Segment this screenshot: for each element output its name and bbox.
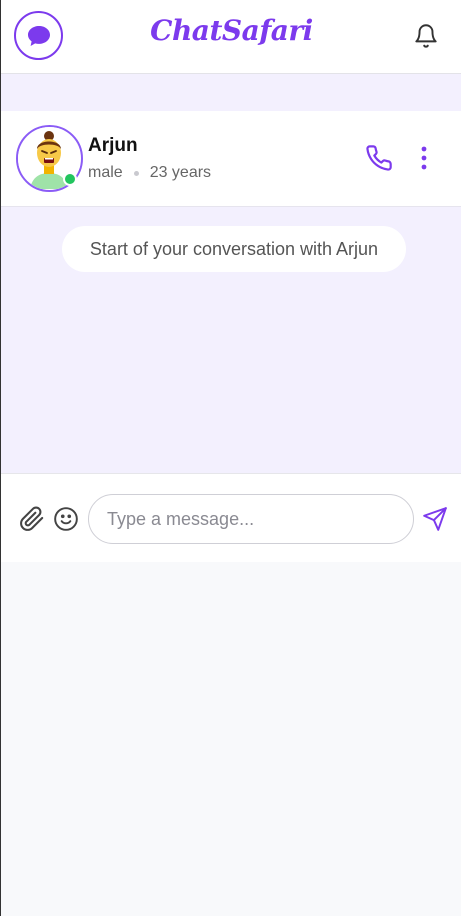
- conversation-area[interactable]: Start of your conversation with Arjun: [1, 207, 461, 473]
- contact-age: 23 years: [149, 164, 212, 181]
- phone-icon[interactable]: [365, 144, 393, 172]
- send-icon[interactable]: [422, 506, 448, 532]
- message-composer: [1, 473, 461, 562]
- header-spacer: [1, 74, 461, 111]
- contact-header: Arjun male 23 years: [1, 111, 461, 207]
- online-status-dot: [63, 172, 77, 186]
- empty-footer-area: [1, 562, 461, 916]
- conversation-start-notice: Start of your conversation with Arjun: [62, 226, 406, 272]
- contact-name: Arjun: [88, 135, 138, 156]
- meta-separator: [133, 170, 139, 176]
- paperclip-icon[interactable]: [19, 506, 45, 532]
- bell-icon[interactable]: [413, 22, 439, 50]
- smiley-icon[interactable]: [53, 506, 79, 532]
- contact-gender: male: [88, 164, 123, 181]
- message-input[interactable]: [88, 494, 414, 544]
- contact-meta: male 23 years: [88, 164, 211, 182]
- app-brand: ChatSafari: [150, 14, 313, 47]
- top-app-bar: ChatSafari: [1, 0, 461, 74]
- more-vertical-icon[interactable]: [415, 144, 433, 172]
